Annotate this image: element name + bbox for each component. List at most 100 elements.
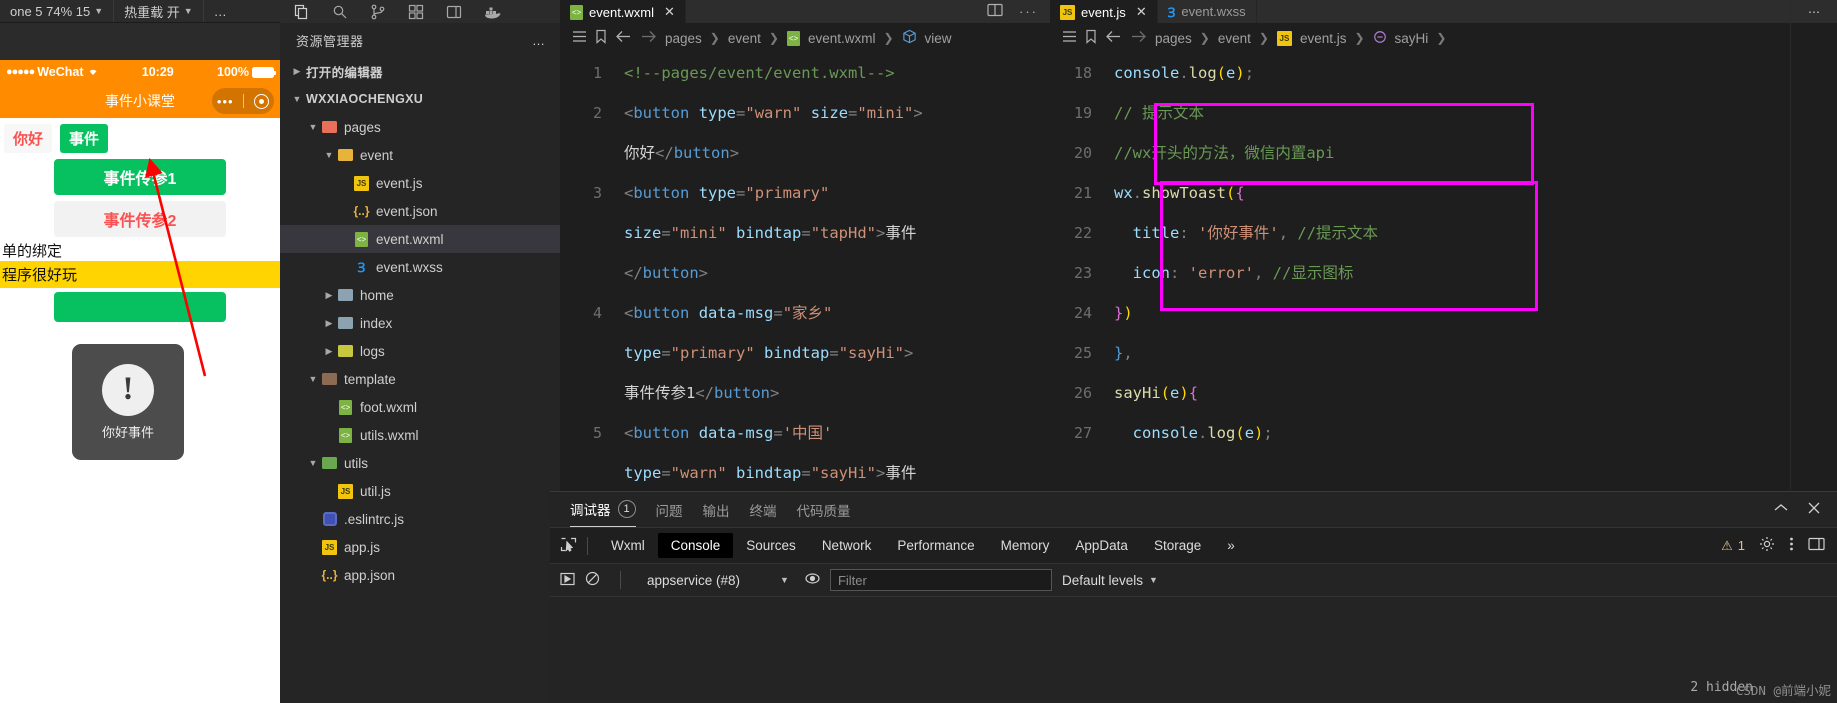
close-icon[interactable] [1807, 501, 1821, 518]
devtools-tab-network[interactable]: Network [809, 533, 885, 558]
panel-tab-terminal[interactable]: 终端 [750, 492, 777, 527]
execution-context-icon[interactable] [560, 572, 575, 589]
tree-item-template[interactable]: ▼ template [280, 365, 560, 393]
devtools-tab-wxml[interactable]: Wxml [598, 533, 658, 558]
close-icon[interactable]: ✕ [1136, 4, 1147, 20]
tab-event-js[interactable]: JS event.js ✕ [1050, 0, 1158, 23]
panel-tab-debugger[interactable]: 调试器 1 [570, 492, 636, 527]
tree-item-event.js[interactable]: JS event.js [280, 169, 560, 197]
breadcrumb-pages[interactable]: pages [665, 31, 702, 46]
tree-item-event.wxml[interactable]: <> event.wxml [280, 225, 560, 253]
extra-green-button[interactable] [54, 292, 226, 322]
devtools-tab-memory[interactable]: Memory [988, 533, 1063, 558]
breadcrumb-symbol[interactable]: view [925, 31, 952, 46]
capsule-menu-icon[interactable]: ••• [217, 95, 234, 108]
tree-item-util.js[interactable]: JS util.js [280, 477, 560, 505]
panel-tab-problems[interactable]: 问题 [656, 492, 683, 527]
breadcrumb-file[interactable]: event.wxml [808, 31, 876, 46]
breadcrumb-pages[interactable]: pages [1155, 31, 1192, 46]
dock-side-icon[interactable] [1808, 537, 1825, 554]
forward-arrow-icon[interactable] [640, 30, 657, 46]
warning-indicator[interactable]: ⚠ 1 [1721, 538, 1745, 554]
capsule-close-icon[interactable] [254, 93, 270, 109]
search-icon[interactable] [332, 4, 348, 20]
tree-item-.eslintrc.js[interactable]: .eslintrc.js [280, 505, 560, 533]
tree-item-home[interactable]: ▶ home [280, 281, 560, 309]
tree-item-event.json[interactable]: {..} event.json [280, 197, 560, 225]
chevron-down-icon[interactable]: ▼ [306, 458, 320, 468]
chevron-right-icon[interactable]: ▶ [290, 66, 304, 77]
outline-icon[interactable] [1062, 30, 1077, 46]
live-expression-icon[interactable] [805, 571, 820, 589]
chevron-up-icon[interactable] [1773, 502, 1789, 517]
extensions-icon[interactable] [408, 4, 424, 20]
filter-input[interactable]: Filter [829, 569, 1052, 591]
panel-tab-output[interactable]: 输出 [703, 492, 730, 527]
clear-console-icon[interactable] [585, 571, 600, 589]
tree-item-app.json[interactable]: {..} app.json [280, 561, 560, 589]
tree-item-app.js[interactable]: JS app.js [280, 533, 560, 561]
hello-button[interactable]: 你好 [4, 124, 53, 153]
console-output[interactable]: 2 hidden CSDN @前端小妮 [550, 597, 1837, 703]
devtools-tab-storage[interactable]: Storage [1141, 533, 1214, 558]
kebab-menu-icon[interactable] [1789, 536, 1794, 555]
tab-event-wxss[interactable]: Ɜ event.wxss [1157, 0, 1257, 23]
docker-icon[interactable] [484, 5, 502, 19]
bookmark-icon[interactable] [595, 29, 607, 47]
chevron-right-icon[interactable]: ▶ [322, 318, 336, 329]
capsule-divider [243, 94, 245, 108]
inspect-element-icon[interactable] [560, 537, 577, 555]
chevron-down-icon[interactable]: ▼ [290, 94, 304, 104]
close-icon[interactable]: ✕ [664, 4, 675, 20]
tree-item-event.wxss[interactable]: Ɜevent.wxss [280, 253, 560, 281]
back-arrow-icon[interactable] [615, 30, 632, 46]
code-text: <!--pages/event/event.wxml--> [624, 64, 895, 82]
chevron-right-icon[interactable]: ▶ [322, 346, 336, 357]
explorer-more-button[interactable]: … [532, 33, 546, 48]
chevron-down-icon[interactable]: ▼ [306, 374, 320, 384]
bookmark-icon[interactable] [1085, 29, 1097, 47]
tab-event-wxml[interactable]: <> event.wxml ✕ [560, 0, 686, 23]
source-control-icon[interactable] [370, 4, 386, 20]
devtools-tab-performance[interactable]: Performance [884, 533, 987, 558]
breadcrumb-file[interactable]: event.js [1300, 31, 1347, 46]
tree-item-event[interactable]: ▼ event [280, 141, 560, 169]
files-icon[interactable] [294, 4, 310, 20]
breadcrumb-event[interactable]: event [1218, 31, 1251, 46]
chevron-right-icon[interactable]: ▶ [322, 290, 336, 301]
more-actions-icon[interactable]: ··· [1019, 4, 1038, 19]
mini-program-body: 你好 事件 事件传参1 事件传参2 单的绑定 程序很好玩 ! 你好事件 [0, 118, 280, 460]
device-select[interactable]: one 5 74% 15 ▼ [0, 0, 113, 22]
devtools-tab-appdata[interactable]: AppData [1062, 533, 1141, 558]
tree-item-[interactable]: ▶ 打开的编辑器 [280, 57, 560, 85]
tree-item-pages[interactable]: ▼ pages [280, 113, 560, 141]
forward-arrow-icon[interactable] [1130, 30, 1147, 46]
wechat-capsule-button[interactable]: ••• [212, 88, 274, 114]
more-options-button[interactable]: … [204, 0, 239, 22]
pass-param-2-button[interactable]: 事件传参2 [54, 201, 226, 237]
log-levels-select[interactable]: Default levels ▼ [1062, 573, 1158, 588]
tree-item-logs[interactable]: ▶ logs [280, 337, 560, 365]
panel-tab-code-quality[interactable]: 代码质量 [797, 492, 851, 527]
settings-gear-icon[interactable] [1759, 536, 1775, 555]
outline-icon[interactable] [572, 30, 587, 46]
hotreload-select[interactable]: 热重载 开 ▼ [114, 0, 203, 22]
chevron-down-icon[interactable]: ▼ [322, 150, 336, 160]
tree-item-utils[interactable]: ▼ utils [280, 449, 560, 477]
devtools-tab-overflow[interactable]: » [1214, 533, 1248, 558]
tree-item-WXXIAOCHENGXU[interactable]: ▼ WXXIAOCHENGXU [280, 85, 560, 113]
chevron-down-icon[interactable]: ▼ [306, 122, 320, 132]
execution-context-select[interactable]: appservice (#8) ▼ [641, 573, 795, 588]
devtools-tab-console[interactable]: Console [657, 533, 734, 558]
devtools-tab-sources[interactable]: Sources [733, 533, 809, 558]
back-arrow-icon[interactable] [1105, 30, 1122, 46]
breadcrumb-symbol[interactable]: sayHi [1395, 31, 1429, 46]
tree-item-utils.wxml[interactable]: <> utils.wxml [280, 421, 560, 449]
tree-item-index[interactable]: ▶ index [280, 309, 560, 337]
tree-item-foot.wxml[interactable]: <> foot.wxml [280, 393, 560, 421]
layout-icon[interactable] [446, 4, 462, 20]
pass-param-1-button[interactable]: 事件传参1 [54, 159, 226, 195]
split-editor-icon[interactable] [987, 3, 1003, 20]
breadcrumb-event[interactable]: event [728, 31, 761, 46]
event-button[interactable]: 事件 [60, 124, 109, 153]
